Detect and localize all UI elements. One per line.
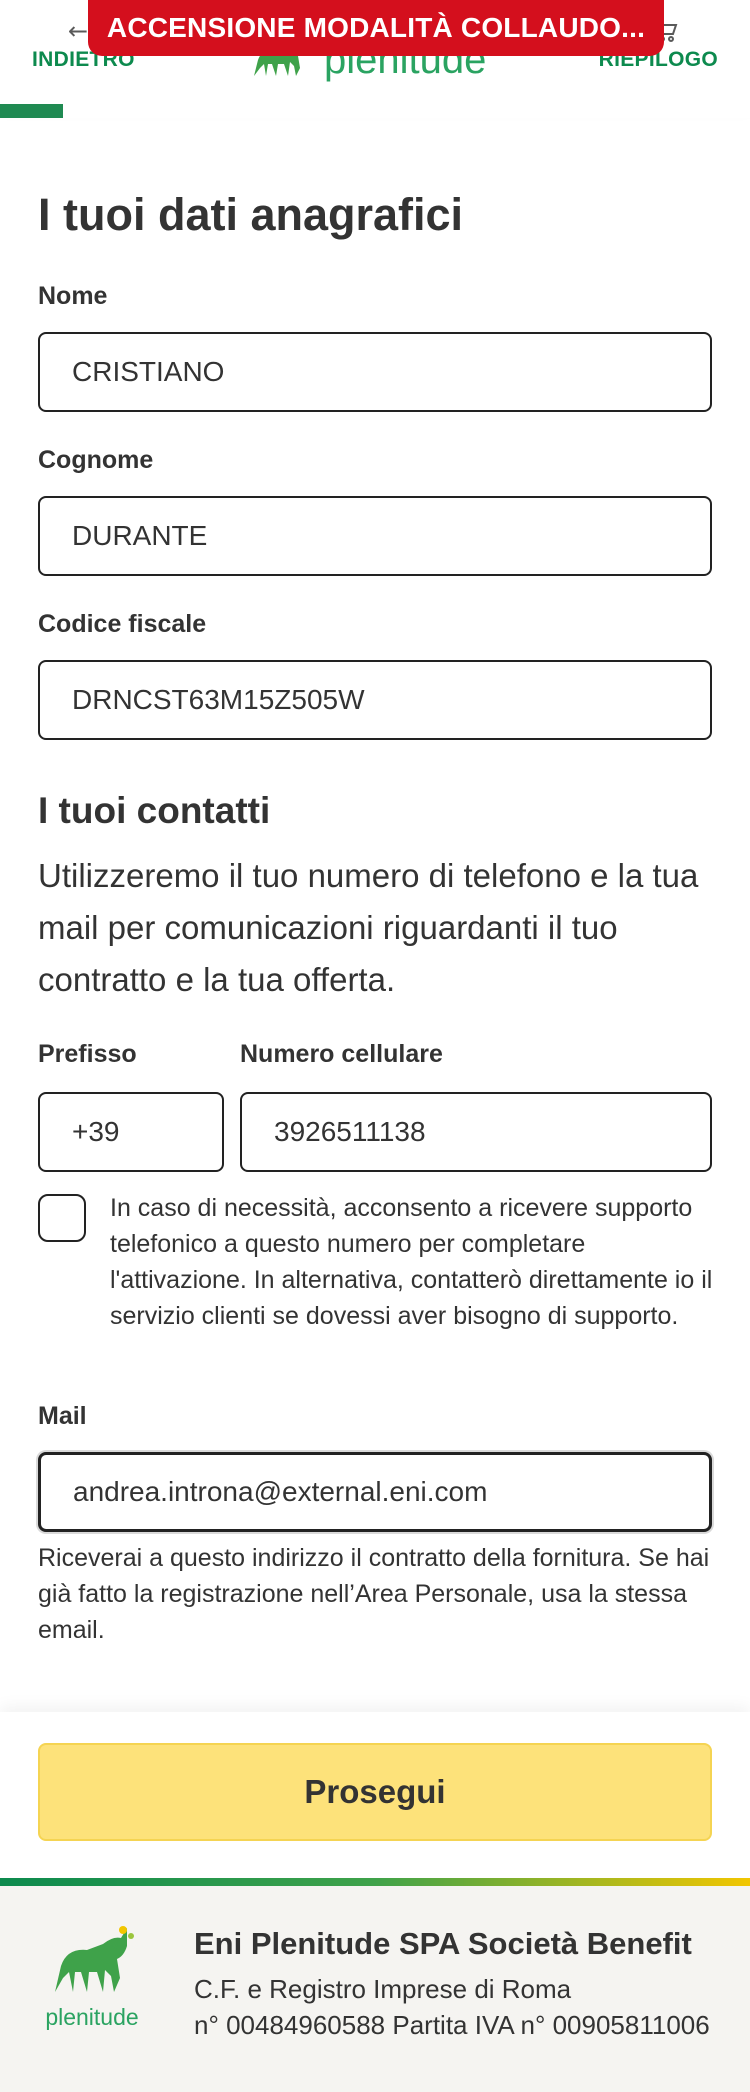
name-label: Nome xyxy=(38,282,108,310)
phone-label: Numero cellulare xyxy=(240,1040,443,1068)
name-value: CRISTIANO xyxy=(72,356,225,387)
footer-logo: plenitude xyxy=(34,1922,150,2038)
progress-fill xyxy=(0,104,63,118)
phone-value: 3926511138 xyxy=(274,1116,426,1147)
footer-vat: n° 00484960588 Partita IVA n° 0090581100… xyxy=(194,2010,710,2040)
surname-label: Cognome xyxy=(38,446,154,474)
phone-support-consent: In caso di necessità, acconsento a ricev… xyxy=(38,1190,720,1334)
fiscal-code-input[interactable]: DRNCST63M15Z505W xyxy=(38,660,712,740)
mail-label: Mail xyxy=(38,1402,87,1430)
contacts-title: I tuoi contatti xyxy=(38,790,271,831)
mail-value: andrea.introna@external.eni.com xyxy=(73,1476,488,1507)
contacts-intro: Utilizzeremo il tuo numero di telefono e… xyxy=(38,857,699,998)
footer-registry: C.F. e Registro Imprese di Roma xyxy=(194,1974,572,2004)
page-title: I tuoi dati anagrafici xyxy=(38,189,464,240)
name-input[interactable]: CRISTIANO xyxy=(38,332,712,412)
prefix-input[interactable]: +39 xyxy=(38,1092,224,1172)
surname-value: DURANTE xyxy=(72,520,208,551)
prefix-value: +39 xyxy=(72,1116,120,1147)
mail-hint: Riceverai a questo indirizzo il contratt… xyxy=(38,1544,710,1644)
test-mode-banner: ACCENSIONE MODALITÀ COLLAUDO... xyxy=(88,0,664,56)
footer-divider xyxy=(0,1878,750,1886)
fiscal-code-value: DRNCST63M15Z505W xyxy=(72,684,365,715)
six-legged-dog-icon xyxy=(55,1926,134,1992)
surname-input[interactable]: DURANTE xyxy=(38,496,712,576)
phone-input[interactable]: 3926511138 xyxy=(240,1092,712,1172)
action-bar: Prosegui xyxy=(0,1712,750,1878)
consent-checkbox[interactable] xyxy=(38,1194,86,1242)
footer-company-name: Eni Plenitude SPA Società Benefit xyxy=(194,1926,692,1961)
mail-input[interactable]: andrea.introna@external.eni.com xyxy=(38,1452,712,1532)
footer: plenitude Eni Plenitude SPA Società Bene… xyxy=(0,1886,750,2092)
fiscal-code-label: Codice fiscale xyxy=(38,610,207,638)
prefix-label: Prefisso xyxy=(38,1040,137,1068)
progress-bar xyxy=(0,104,750,118)
footer-brand-wordmark: plenitude xyxy=(45,2004,139,2030)
continue-button[interactable]: Prosegui xyxy=(38,1743,712,1841)
consent-text: In caso di necessità, acconsento a ricev… xyxy=(110,1194,713,1330)
arrow-left-icon: ← xyxy=(68,17,89,45)
